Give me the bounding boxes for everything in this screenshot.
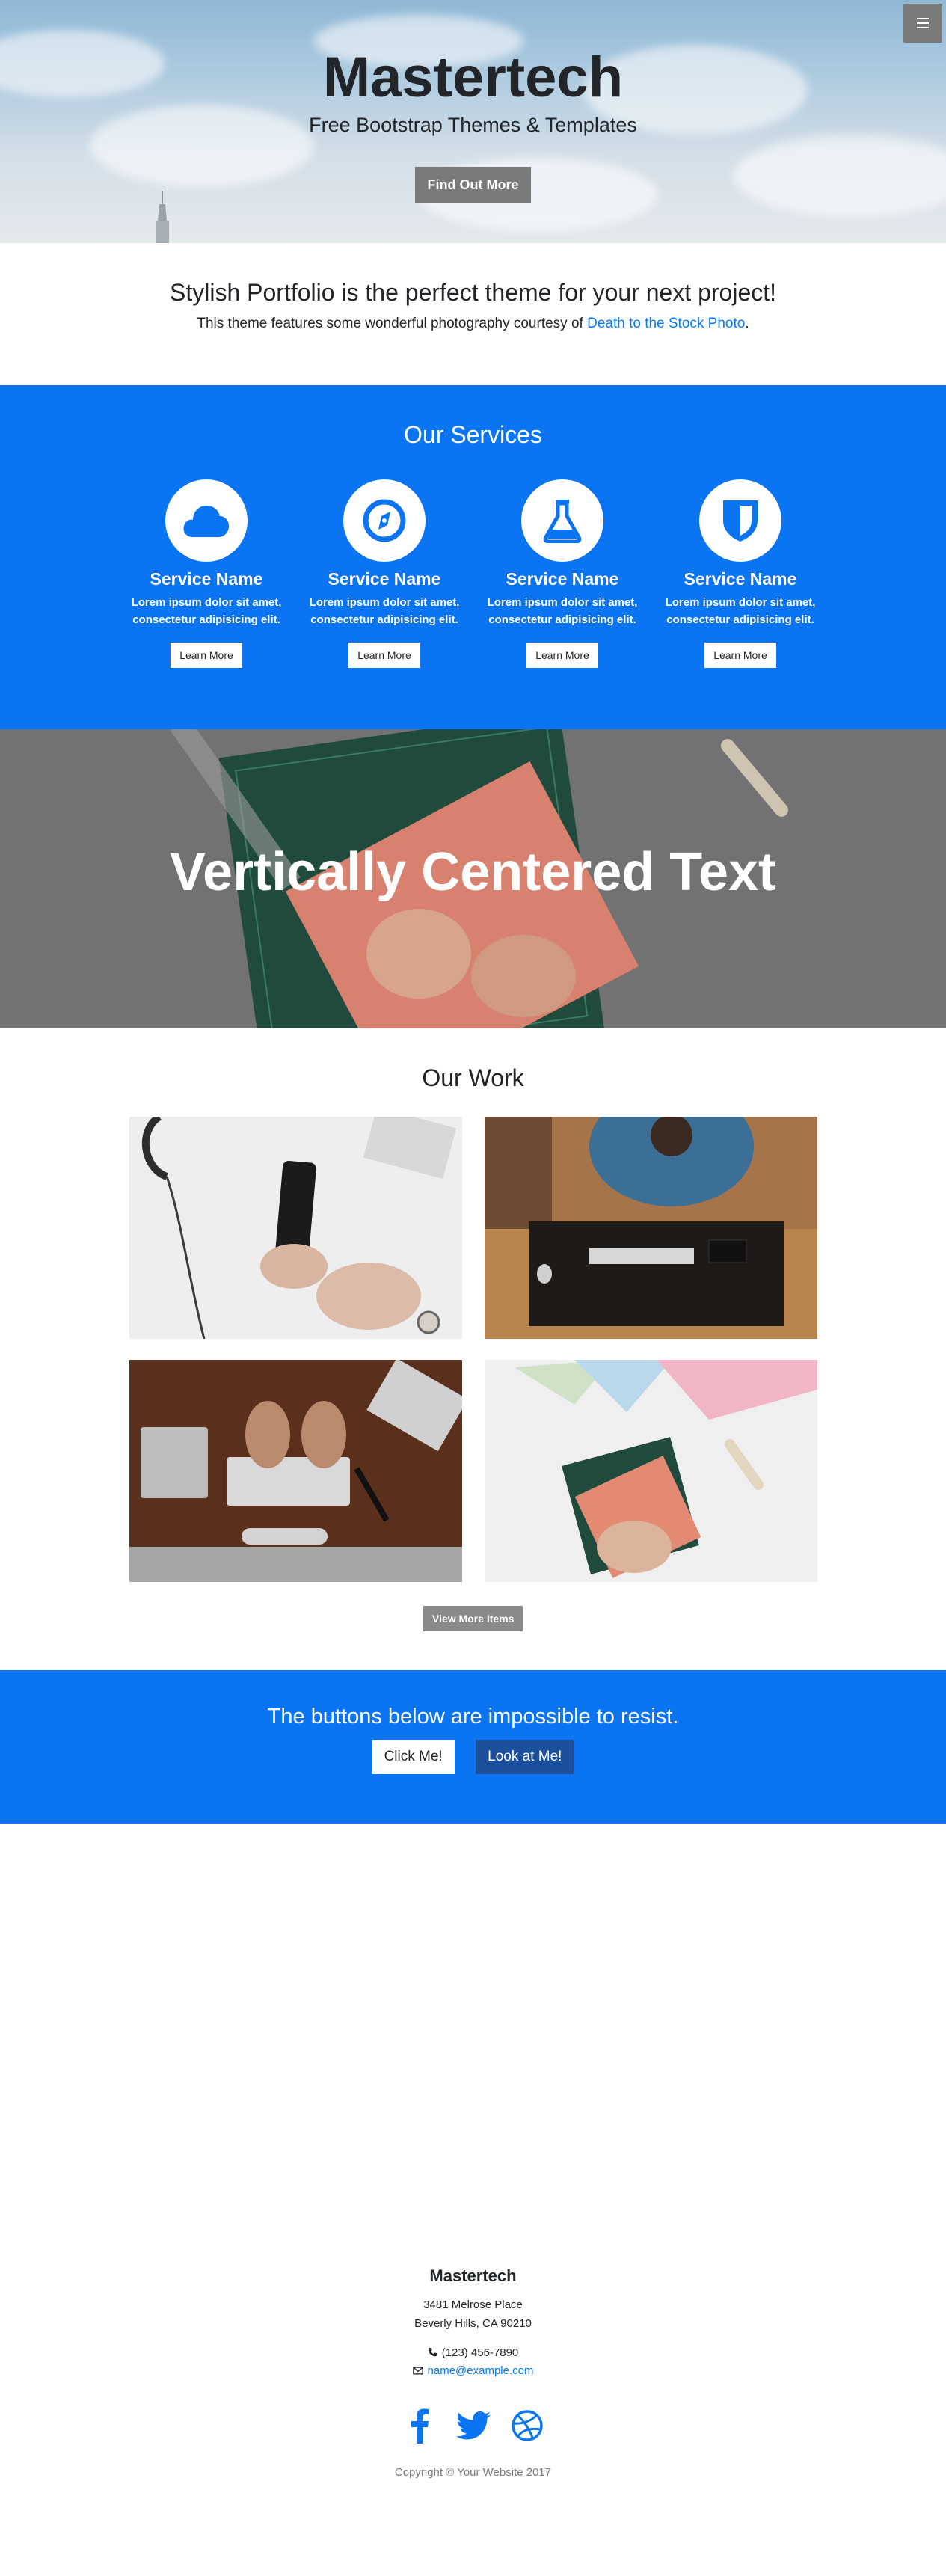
service-desc-line: Lorem ipsum dolor sit amet,	[309, 596, 460, 609]
service-description: Lorem ipsum dolor sit amet, consectetur a…	[117, 594, 296, 629]
footer-brand: Mastertech	[429, 2266, 517, 2285]
find-out-more-button[interactable]: Find Out More	[414, 167, 532, 203]
shield-icon	[723, 500, 758, 542]
service-desc-line: Lorem ipsum dolor sit amet,	[487, 596, 638, 609]
phone-on-desk-photo	[129, 1117, 462, 1339]
service-description: Lorem ipsum dolor sit amet, consectetur a…	[473, 594, 652, 629]
learn-more-button[interactable]: Learn More	[704, 642, 776, 668]
phone-icon	[428, 2347, 437, 2356]
click-me-button[interactable]: Click Me!	[372, 1740, 455, 1774]
hamburger-menu-icon	[917, 18, 929, 28]
about-text: This theme features some wonderful photo…	[0, 316, 946, 332]
service-desc-line: consectetur adipisicing elit.	[310, 613, 458, 627]
portfolio-item[interactable]	[129, 1117, 462, 1339]
dribbble-link[interactable]	[509, 2408, 545, 2444]
service-icon-circle	[165, 479, 248, 562]
paper-and-cutting-mat-photo	[485, 1360, 817, 1582]
hero-title: Mastertech	[322, 46, 624, 109]
facebook-link[interactable]	[402, 2408, 437, 2444]
phone-row: (123) 456-7890	[0, 2344, 946, 2363]
twitter-icon	[455, 2411, 491, 2440]
cta-heading: The buttons below are impossible to resi…	[267, 1705, 679, 1729]
service-name: Service Name	[150, 569, 263, 589]
compass-icon	[363, 499, 406, 542]
footer-address: 3481 Melrose Place Beverly Hills, CA 902…	[0, 2296, 946, 2334]
flask-icon	[543, 500, 582, 543]
view-more-items-button[interactable]: View More Items	[423, 1606, 523, 1631]
services-heading: Our Services	[404, 421, 542, 448]
learn-more-button[interactable]: Learn More	[348, 642, 420, 668]
facebook-icon	[411, 2408, 429, 2444]
service-icon-circle	[521, 479, 603, 562]
cloud-icon	[183, 506, 230, 537]
dribbble-icon	[511, 2410, 543, 2441]
phone-number: (123) 456-7890	[441, 2346, 519, 2359]
service-desc-line: consectetur adipisicing elit.	[132, 613, 280, 627]
service-name: Service Name	[506, 569, 619, 589]
portfolio-heading: Our Work	[422, 1064, 524, 1091]
social-links	[0, 2408, 946, 2444]
address-line: Beverly Hills, CA 90210	[414, 2316, 532, 2330]
email-row: name@example.com	[0, 2362, 946, 2381]
hands-typing-photo	[129, 1360, 462, 1582]
stock-photo-link[interactable]: Death to the Stock Photo	[587, 316, 745, 331]
service-description: Lorem ipsum dolor sit amet, consectetur a…	[651, 594, 830, 629]
envelope-icon	[412, 2367, 423, 2375]
portfolio-item[interactable]	[485, 1360, 817, 1582]
service-name: Service Name	[684, 569, 797, 589]
call-to-action-section: The buttons below are impossible to resi…	[0, 1670, 946, 1824]
service-name: Service Name	[328, 569, 441, 589]
service-item: Service Name Lorem ipsum dolor sit amet,…	[295, 479, 474, 668]
service-item: Service Name Lorem ipsum dolor sit amet,…	[117, 479, 296, 668]
portfolio-item[interactable]	[129, 1360, 462, 1582]
service-desc-line: consectetur adipisicing elit.	[488, 613, 636, 627]
footer-contact: (123) 456-7890 name@example.com	[0, 2344, 946, 2382]
hero-content: Mastertech Free Bootstrap Themes & Templ…	[0, 49, 946, 203]
twitter-link[interactable]	[455, 2408, 491, 2444]
service-description: Lorem ipsum dolor sit amet, consectetur a…	[295, 594, 474, 629]
service-item: Service Name Lorem ipsum dolor sit amet,…	[651, 479, 830, 668]
cta-buttons: Click Me! Look at Me!	[0, 1740, 946, 1774]
address-line: 3481 Melrose Place	[423, 2299, 523, 2311]
service-desc-line: Lorem ipsum dolor sit amet,	[665, 596, 816, 609]
about-text-after: .	[745, 316, 749, 331]
service-icon-circle	[343, 479, 426, 562]
service-icon-circle	[699, 479, 781, 562]
menu-toggle-button[interactable]	[903, 4, 942, 43]
hero-subtitle: Free Bootstrap Themes & Templates	[309, 114, 637, 136]
look-at-me-button[interactable]: Look at Me!	[476, 1740, 574, 1774]
copyright-text: Copyright © Your Website 2017	[394, 2466, 552, 2479]
about-text-before: This theme features some wonderful photo…	[197, 316, 588, 331]
man-at-keyboard-photo	[485, 1117, 817, 1339]
service-desc-line: consectetur adipisicing elit.	[666, 613, 814, 627]
learn-more-button[interactable]: Learn More	[171, 642, 242, 668]
about-heading: Stylish Portfolio is the perfect theme f…	[169, 279, 777, 306]
callout-heading: Vertically Centered Text	[169, 842, 777, 902]
portfolio-section: Our Work View More Items	[0, 1028, 946, 1670]
about-section: Stylish Portfolio is the perfect theme f…	[0, 243, 946, 385]
portfolio-item[interactable]	[485, 1117, 817, 1339]
email-link[interactable]: name@example.com	[428, 2364, 534, 2377]
learn-more-button[interactable]: Learn More	[526, 642, 598, 668]
hero-section: Mastertech Free Bootstrap Themes & Templ…	[0, 0, 946, 243]
services-section: Our Services Service Name Lorem ipsum do…	[0, 385, 946, 729]
service-desc-line: Lorem ipsum dolor sit amet,	[131, 596, 282, 609]
footer: Mastertech 3481 Melrose Place Beverly Hi…	[0, 2266, 946, 2479]
service-item: Service Name Lorem ipsum dolor sit amet,…	[473, 479, 652, 668]
callout-section: Vertically Centered Text	[0, 729, 946, 1028]
